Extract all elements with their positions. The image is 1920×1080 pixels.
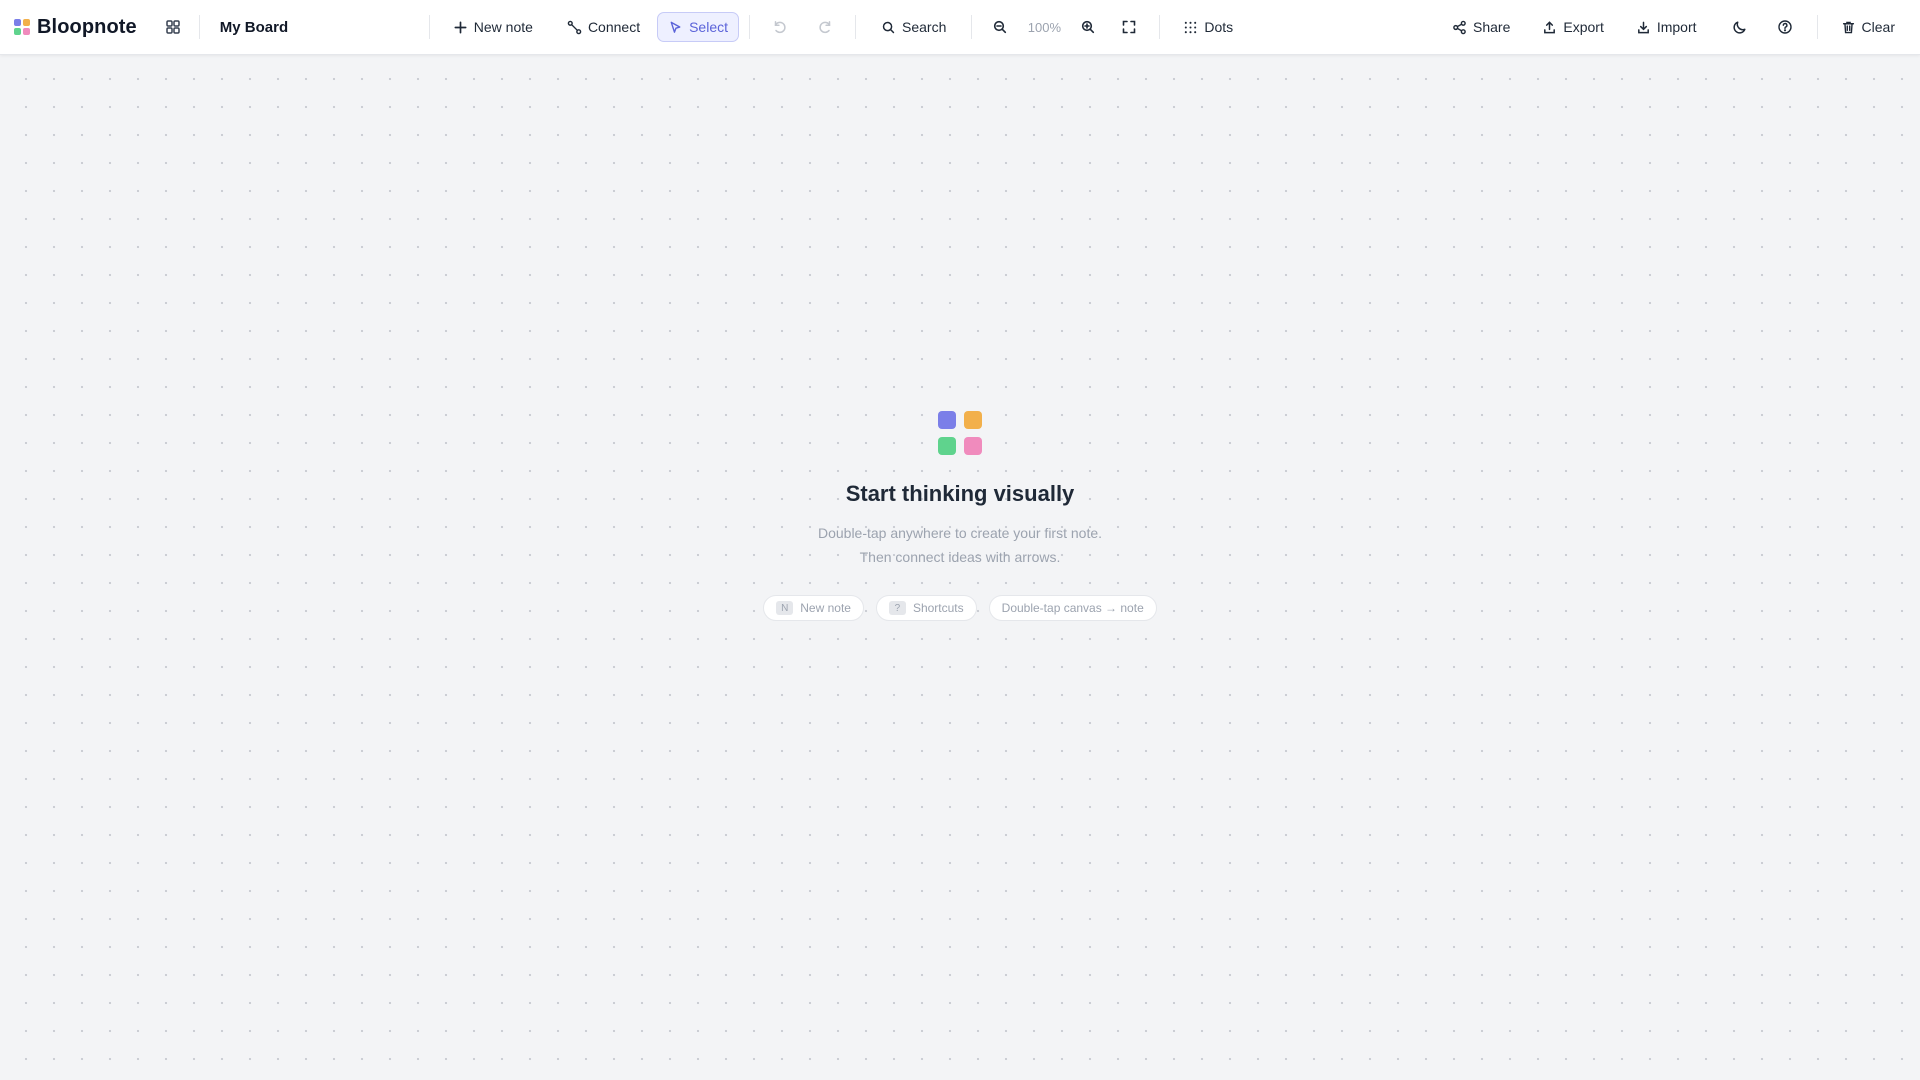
connect-icon [567, 20, 582, 34]
redo-icon [819, 21, 831, 34]
zoom-level: 100% [1027, 19, 1061, 35]
grid-style-label: Dots [1204, 19, 1234, 35]
hint-chips: N New note ? Shortcuts Double-tap canvas… [763, 595, 1157, 621]
divider [428, 15, 430, 39]
undo-icon [774, 21, 786, 34]
divider [971, 15, 973, 39]
hint-chip-shortcuts: ? Shortcuts [875, 595, 977, 621]
search-icon [882, 21, 895, 33]
divider [855, 15, 857, 39]
shortcut-key: N [776, 601, 794, 615]
hint-chip-double-tap: Double-tap canvas → note [988, 595, 1157, 621]
select-tool-button[interactable]: Select [657, 12, 740, 42]
share-icon [1453, 20, 1466, 34]
dots-grid-icon [1185, 21, 1197, 33]
moon-icon [1732, 21, 1746, 34]
plus-icon [454, 21, 467, 33]
empty-state-logo-icon [938, 411, 982, 455]
board-title[interactable]: My Board [220, 19, 420, 36]
export-button[interactable]: Export [1531, 12, 1614, 42]
export-label: Export [1563, 19, 1604, 35]
divider [198, 15, 200, 39]
boards-menu-button[interactable] [155, 9, 191, 45]
grid-style-button[interactable]: Dots [1172, 12, 1244, 42]
share-label: Share [1473, 19, 1511, 35]
empty-state-title: Start thinking visually [845, 481, 1075, 506]
help-icon [1777, 20, 1792, 34]
divider [1159, 15, 1161, 39]
fit-screen-button[interactable] [1111, 9, 1147, 45]
clear-label: Clear [1861, 19, 1895, 35]
zoom-in-button[interactable] [1070, 9, 1106, 45]
top-toolbar: Bloopnote My Board New note Connect Sele… [0, 0, 1920, 55]
import-button[interactable]: Import [1625, 12, 1708, 42]
hint-label: Double-tap canvas → note [1001, 601, 1144, 615]
zoom-out-icon [994, 20, 1007, 34]
download-icon [1637, 21, 1649, 33]
zoom-in-icon [1082, 20, 1095, 34]
help-button[interactable] [1767, 9, 1803, 45]
redo-button[interactable] [807, 9, 843, 45]
hint-chip-new-note: N New note [763, 595, 864, 621]
fullscreen-icon [1123, 20, 1136, 34]
hint-label: New note [800, 601, 851, 615]
cursor-icon [670, 21, 681, 33]
undo-button[interactable] [762, 9, 798, 45]
upload-icon [1544, 20, 1556, 33]
empty-state-line-1: Double-tap anywhere to create your first… [817, 525, 1103, 541]
zoom-out-button[interactable] [982, 9, 1018, 45]
clear-board-button[interactable]: Clear [1830, 12, 1906, 42]
search-label: Search [902, 19, 947, 35]
divider [749, 15, 751, 39]
brand[interactable]: Bloopnote [14, 7, 137, 47]
new-note-button[interactable]: New note [442, 12, 544, 42]
logo-icon [14, 19, 30, 35]
hint-label: Shortcuts [912, 601, 964, 615]
connect-label: Connect [587, 19, 641, 35]
empty-state-description: Double-tap anywhere to create your first… [818, 521, 1102, 569]
search-button[interactable]: Search [870, 12, 957, 42]
connect-button[interactable]: Connect [556, 12, 651, 42]
app-root: Bloopnote My Board New note Connect Sele… [0, 0, 1920, 1080]
share-button[interactable]: Share [1441, 12, 1521, 42]
new-note-label: New note [473, 19, 533, 35]
brand-name: Bloopnote [37, 15, 137, 38]
empty-state-line-2: Then connect ideas with arrows. [859, 549, 1061, 565]
select-label: Select [689, 19, 729, 35]
import-label: Import [1656, 19, 1697, 35]
grid-icon [166, 20, 180, 34]
empty-state: Start thinking visually Double-tap anywh… [0, 411, 1920, 621]
dark-mode-toggle[interactable] [1722, 9, 1758, 45]
shortcut-key: ? [888, 601, 906, 615]
divider [1816, 15, 1818, 39]
trash-icon [1842, 21, 1854, 33]
